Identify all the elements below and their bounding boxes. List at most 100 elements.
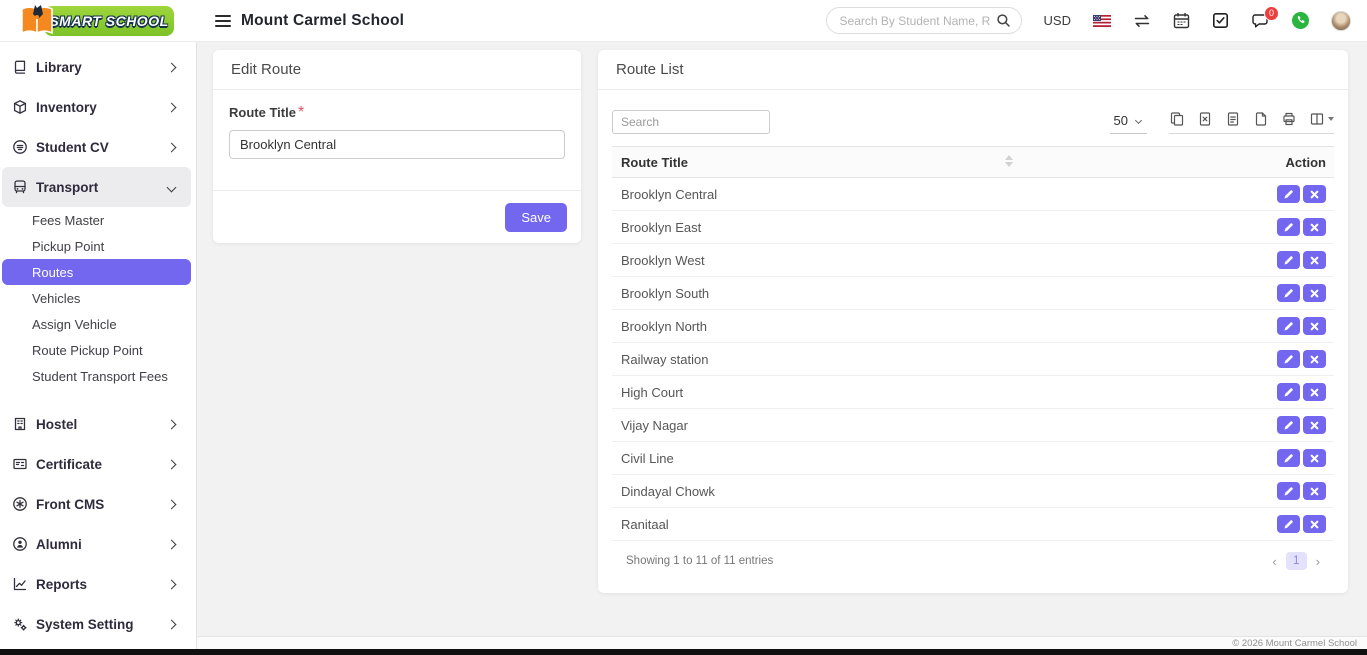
delete-route-button[interactable]: [1303, 218, 1326, 236]
whatsapp-icon[interactable]: [1292, 12, 1309, 29]
sidebar-item-library[interactable]: Library: [2, 47, 191, 87]
sidebar-item-label: Front CMS: [36, 497, 168, 512]
top-header: SMART SCHOOL Mount Carmel School USD: [0, 0, 1367, 42]
edit-route-button[interactable]: [1277, 317, 1300, 335]
delete-route-button[interactable]: [1303, 383, 1326, 401]
table-row: Ranitaal: [612, 508, 1334, 541]
chart-icon: [12, 576, 28, 592]
sidebar-item-system-setting[interactable]: System Setting: [2, 604, 191, 644]
copy-icon[interactable]: [1169, 111, 1185, 127]
table-search-input[interactable]: [612, 110, 770, 134]
global-search-input[interactable]: [840, 14, 990, 28]
route-title-cell: Civil Line: [612, 451, 674, 466]
table-row: Dindayal Chowk: [612, 475, 1334, 508]
sidebar-subitem-assign-vehicle[interactable]: Assign Vehicle: [2, 311, 191, 337]
delete-route-button[interactable]: [1303, 284, 1326, 302]
currency-selector[interactable]: USD: [1044, 13, 1071, 28]
pagination-prev[interactable]: ‹: [1272, 555, 1276, 568]
book-pen-icon: [20, 5, 54, 36]
sidebar-subitem-pickup-point[interactable]: Pickup Point: [2, 233, 191, 259]
edit-route-button[interactable]: [1277, 416, 1300, 434]
search-icon[interactable]: [996, 13, 1011, 28]
chevron-right-icon: [167, 62, 177, 72]
edit-route-button[interactable]: [1277, 251, 1300, 269]
sidebar-subitem-route-pickup-point[interactable]: Route Pickup Point: [2, 337, 191, 363]
delete-route-button[interactable]: [1303, 449, 1326, 467]
sidebar-item-student-cv[interactable]: Student CV: [2, 127, 191, 167]
calendar-icon[interactable]: [1173, 12, 1190, 29]
page-size-select[interactable]: 50: [1110, 111, 1147, 134]
language-flag-icon[interactable]: [1093, 15, 1111, 27]
table-header-row[interactable]: Route Title Action: [612, 146, 1334, 178]
route-list-title: Route List: [598, 50, 1348, 90]
chevron-right-icon: [167, 459, 177, 469]
sidebar-item-label: Transport: [36, 180, 168, 195]
print-icon[interactable]: [1281, 111, 1297, 127]
sidebar-item-label: Certificate: [36, 457, 168, 472]
transfer-arrows-icon[interactable]: [1133, 14, 1151, 28]
chevron-right-icon: [167, 142, 177, 152]
hamburger-menu-icon[interactable]: [215, 12, 231, 30]
sidebar-subitem-fees-master[interactable]: Fees Master: [2, 207, 191, 233]
save-button[interactable]: Save: [505, 203, 567, 232]
sidebar-item-reports[interactable]: Reports: [2, 564, 191, 604]
edit-route-button[interactable]: [1277, 383, 1300, 401]
sidebar-item-inventory[interactable]: Inventory: [2, 87, 191, 127]
sidebar-item-alumni[interactable]: Alumni: [2, 524, 191, 564]
sidebar-subitem-vehicles[interactable]: Vehicles: [2, 285, 191, 311]
pdf-icon[interactable]: [1253, 111, 1269, 127]
route-title-input[interactable]: [229, 130, 565, 159]
sidebar-subitem-routes[interactable]: Routes: [2, 259, 191, 285]
table-row: Brooklyn Central: [612, 178, 1334, 211]
message-count-badge: 0: [1264, 6, 1279, 21]
page-footer: © 2026 Mount Carmel School: [197, 636, 1367, 649]
sidebar-item-front-cms[interactable]: Front CMS: [2, 484, 191, 524]
route-title-label: Route Title: [229, 105, 296, 120]
logo-pill: SMART SCHOOL: [44, 6, 174, 36]
sidebar-item-label: Reports: [36, 577, 168, 592]
bus-icon: [12, 179, 28, 195]
route-title-cell: Ranitaal: [612, 517, 669, 532]
delete-route-button[interactable]: [1303, 482, 1326, 500]
delete-route-button[interactable]: [1303, 251, 1326, 269]
csv-icon[interactable]: [1225, 111, 1241, 127]
table-row: Civil Line: [612, 442, 1334, 475]
sidebar-item-transport[interactable]: Transport: [2, 167, 191, 207]
route-title-cell: Brooklyn East: [612, 220, 701, 235]
sidebar-item-certificate[interactable]: Certificate: [2, 444, 191, 484]
sidebar-item-label: Inventory: [36, 100, 168, 115]
chevron-right-icon: [167, 499, 177, 509]
delete-route-button[interactable]: [1303, 317, 1326, 335]
box-icon: [12, 99, 28, 115]
edit-route-button[interactable]: [1277, 449, 1300, 467]
edit-route-button[interactable]: [1277, 350, 1300, 368]
columns-icon[interactable]: [1309, 111, 1334, 127]
todo-check-icon[interactable]: [1212, 12, 1229, 29]
delete-route-button[interactable]: [1303, 416, 1326, 434]
route-title-cell: Vijay Nagar: [612, 418, 688, 433]
sidebar-subitem-student-transport-fees[interactable]: Student Transport Fees: [2, 363, 191, 389]
app-logo[interactable]: SMART SCHOOL: [0, 0, 197, 42]
pagination-page-1[interactable]: 1: [1286, 552, 1307, 570]
table-row: Brooklyn West: [612, 244, 1334, 277]
required-asterisk: *: [298, 104, 304, 121]
edit-route-button[interactable]: [1277, 515, 1300, 533]
pagination-next[interactable]: ›: [1316, 555, 1320, 568]
sidebar-item-hostel[interactable]: Hostel: [2, 404, 191, 444]
chevron-right-icon: [167, 419, 177, 429]
edit-route-button[interactable]: [1277, 218, 1300, 236]
delete-route-button[interactable]: [1303, 185, 1326, 203]
delete-route-button[interactable]: [1303, 350, 1326, 368]
sort-icon: [1005, 155, 1013, 167]
messages-icon[interactable]: 0: [1251, 13, 1270, 29]
edit-route-button[interactable]: [1277, 185, 1300, 203]
excel-icon[interactable]: [1197, 111, 1213, 127]
delete-route-button[interactable]: [1303, 515, 1326, 533]
table-row: Brooklyn North: [612, 310, 1334, 343]
edit-route-button[interactable]: [1277, 284, 1300, 302]
route-title-cell: Railway station: [612, 352, 708, 367]
edit-route-button[interactable]: [1277, 482, 1300, 500]
caret-down-icon: [1328, 117, 1334, 121]
user-avatar[interactable]: [1331, 11, 1351, 31]
chevron-down-icon: [1135, 116, 1142, 123]
